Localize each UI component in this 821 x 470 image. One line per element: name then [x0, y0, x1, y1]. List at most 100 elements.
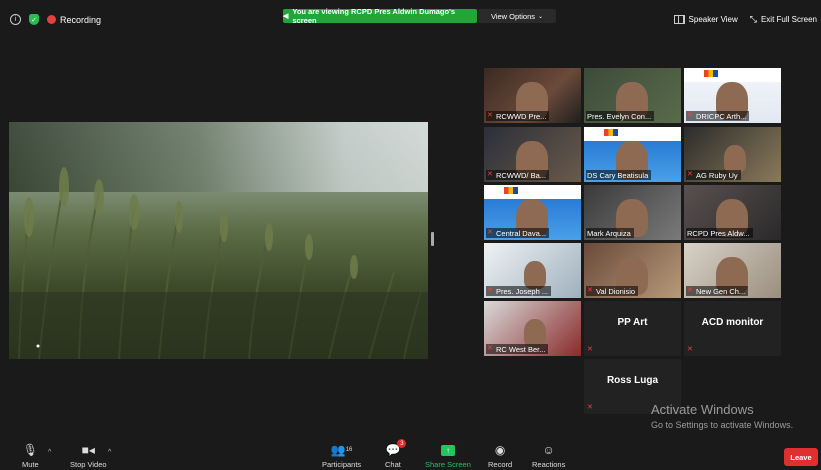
stop-video-button[interactable]: ■◂ Stop Video — [70, 442, 107, 469]
leave-meeting-button[interactable]: Leave — [784, 448, 818, 466]
chevron-down-icon: ⌄ — [538, 13, 544, 20]
microphone-muted-icon: ✕ — [587, 287, 593, 294]
reactions-label: Reactions — [532, 460, 566, 469]
chat-button[interactable]: 💬 3 Chat — [385, 439, 407, 469]
participant-tile[interactable]: DS Cary Beatisula — [584, 127, 681, 182]
participant-name-label: ✕ AG Ruby Uy — [686, 170, 741, 180]
info-icon[interactable]: i — [10, 14, 21, 25]
participant-name-label: ✕ RCWWD Pre... — [486, 111, 550, 121]
participants-icon: 👥 16 — [330, 443, 353, 457]
share-screen-button[interactable]: ↑ Share Screen — [425, 442, 471, 469]
reactions-button[interactable]: ☺ Reactions — [532, 442, 565, 469]
chat-label: Chat — [385, 460, 401, 469]
chat-icon: 💬 3 — [385, 439, 407, 458]
share-screen-icon-wrap: ↑ — [440, 442, 455, 458]
participant-tile[interactable]: RCPD Pres Aldw... — [684, 185, 781, 240]
microphone-muted-icon: ✕ — [587, 346, 593, 353]
recording-indicator[interactable]: Recording — [47, 15, 101, 25]
participant-name: RCPD Pres Aldw... — [687, 228, 750, 238]
participant-tile[interactable]: ✕ RCWWD Pre... — [484, 68, 581, 123]
participant-name-label: ✕ RCWWD/ Ba... — [486, 170, 549, 180]
participant-name-label: ✕ Central Dava... — [486, 228, 550, 238]
participant-name-center: ACD monitor — [701, 317, 764, 328]
participant-tile[interactable]: ACD monitor ✕ — [684, 301, 781, 356]
participant-tile[interactable]: ✕ DRICPC Arth... — [684, 68, 781, 123]
recording-dot-icon — [47, 15, 56, 24]
microphone-muted-icon: ✕ — [687, 346, 693, 353]
stop-video-label: Stop Video — [70, 460, 107, 469]
participant-name: AG Ruby Uy — [696, 170, 738, 180]
speaker-view-button[interactable]: Speaker View — [673, 15, 738, 24]
audio-options-chevron-icon[interactable]: ^ — [48, 449, 51, 456]
split-view-resize-handle[interactable] — [431, 232, 434, 246]
record-label: Record — [488, 460, 513, 469]
participant-tile[interactable]: Mark Arquiza — [584, 185, 681, 240]
view-options-label: View Options — [490, 11, 536, 21]
participant-name-center: Ross Luga — [606, 375, 659, 386]
participant-name: Val Dionisio — [596, 286, 636, 296]
view-options-button[interactable]: View Options ⌄ — [478, 9, 556, 23]
rotary-logo-banner — [684, 68, 781, 82]
microphone-muted-icon: ✕ — [487, 287, 493, 294]
speaker-view-icon — [673, 15, 685, 24]
video-camera-icon: ■◂ — [81, 443, 95, 457]
speaker-view-label: Speaker View — [688, 15, 738, 24]
participant-name: Pres. Evelyn Con... — [587, 111, 652, 121]
participant-tile[interactable]: PP Art ✕ — [584, 301, 681, 356]
mute-label: Mute — [22, 460, 39, 469]
microphone-icon: 🎙 — [22, 443, 38, 457]
rotary-logo-banner — [484, 185, 581, 199]
share-screen-arrow-icon: ↑ — [440, 444, 455, 456]
participant-name-label: RCPD Pres Aldw... — [686, 228, 753, 238]
wheat-field-image — [9, 167, 428, 359]
exit-fullscreen-button[interactable]: ⤡ Exit Full Screen — [750, 14, 817, 25]
participant-name-label: Pres. Evelyn Con... — [586, 111, 655, 121]
participants-count: 16 — [345, 447, 353, 453]
screen-share-banner: ◀ You are viewing RCPD Pres Aldwin Dumag… — [283, 7, 477, 25]
participant-name: New Gen Ch... — [696, 286, 746, 296]
participant-name-label: ✕ Pres. Joseph ... — [486, 286, 552, 296]
exit-fullscreen-label: Exit Full Screen — [760, 15, 817, 24]
chat-unread-badge: 3 — [397, 439, 407, 448]
participant-face — [524, 319, 546, 347]
recording-label: Recording — [60, 14, 102, 25]
mute-button[interactable]: 🎙 Mute — [22, 442, 39, 469]
participant-tile[interactable]: Pres. Evelyn Con... — [584, 68, 681, 123]
participant-name: RC West Ber... — [496, 344, 546, 354]
banner-text: You are viewing RCPD Pres Aldwin Dumago'… — [292, 7, 456, 25]
record-button[interactable]: ◉ Record — [488, 442, 512, 469]
top-right-controls: Speaker View ⤡ Exit Full Screen — [673, 14, 817, 25]
record-icon: ◉ — [494, 443, 506, 457]
video-options-chevron-icon[interactable]: ^ — [108, 449, 111, 456]
exit-fullscreen-icon: ⤡ — [749, 14, 757, 24]
participant-name-label: ✕ RC West Ber... — [486, 344, 549, 354]
reactions-smiley-icon: ☺ — [542, 443, 555, 457]
participant-name: Central Dava... — [496, 228, 547, 238]
microphone-muted-icon: ✕ — [587, 404, 593, 411]
security-shield-icon[interactable]: ✓ — [29, 14, 39, 25]
microphone-muted-icon: ✕ — [487, 112, 493, 119]
microphone-muted-icon: ✕ — [687, 287, 693, 294]
participant-tile[interactable]: ✕ AG Ruby Uy — [684, 127, 781, 182]
participant-name: DS Cary Beatisula — [587, 170, 649, 180]
participant-tile[interactable]: ✕ Val Dionisio — [584, 243, 681, 298]
participant-name: RCWWD Pre... — [496, 111, 547, 121]
participant-tile[interactable]: ✕ New Gen Ch... — [684, 243, 781, 298]
participant-name-label: Mark Arquiza — [586, 228, 634, 238]
participants-button[interactable]: 👥 16 Participants — [322, 442, 361, 469]
microphone-muted-icon: ✕ — [487, 229, 493, 236]
shared-screen-content — [9, 122, 428, 359]
participant-name: Pres. Joseph ... — [496, 286, 549, 296]
participant-tile[interactable]: ✕ Pres. Joseph ... — [484, 243, 581, 298]
participant-name: DRICPC Arth... — [696, 111, 747, 121]
participant-tile[interactable]: ✕ Central Dava... — [484, 185, 581, 240]
participant-name-label: DS Cary Beatisula — [586, 170, 652, 180]
top-left-status: i ✓ Recording — [10, 14, 101, 25]
microphone-muted-icon: ✕ — [487, 171, 493, 178]
watermark-title: Activate Windows — [651, 402, 754, 417]
participant-tile[interactable]: ✕ RCWWD/ Ba... — [484, 127, 581, 182]
participant-name-label: ✕ New Gen Ch... — [686, 286, 749, 296]
participant-name-center: PP Art — [617, 317, 648, 328]
participant-tile[interactable]: ✕ RC West Ber... — [484, 301, 581, 356]
share-screen-label: Share Screen — [425, 460, 471, 469]
